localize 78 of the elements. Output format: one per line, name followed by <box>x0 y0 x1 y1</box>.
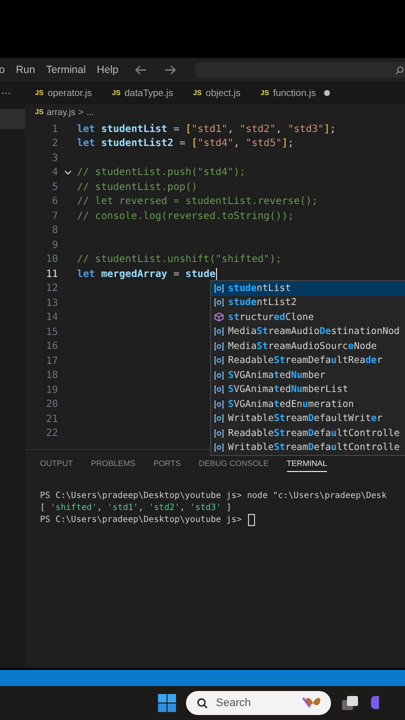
back-arrow-icon[interactable] <box>135 65 148 75</box>
terminal-line: PS C:\Users\pradeep\Desktop\youtube js> <box>40 515 242 525</box>
suggestion-item[interactable]: studentList <box>211 281 405 296</box>
command-center-field[interactable] <box>195 62 405 78</box>
suggestion-item[interactable]: studentList2 <box>211 296 405 310</box>
code-line: // studentList.push("std4"); <box>77 167 246 178</box>
line-number: 20 <box>44 399 58 410</box>
line-number: 15 <box>44 326 58 338</box>
suggestion-item[interactable]: SVGAnimatedNumber <box>211 368 405 382</box>
menu-item[interactable]: Help <box>96 64 118 76</box>
code-line: // studentList.pop() <box>77 182 198 193</box>
code-line: let studentList2 = ["std4", "std5"]; <box>77 138 294 150</box>
windows-icon[interactable] <box>158 694 176 712</box>
variable-icon <box>214 400 224 409</box>
code-line: // studentList.unshift("shifted"); <box>77 254 282 266</box>
suggestion-item[interactable]: SVGAnimatedNumberList <box>211 382 405 397</box>
fold-chevron-icon[interactable] <box>64 170 72 176</box>
search-icon <box>395 66 404 74</box>
suggestion-item[interactable]: ReadableStreamDefaultReader <box>211 354 405 368</box>
taskbar-search-field[interactable]: Search <box>186 691 331 715</box>
line-number: 5 <box>50 182 58 193</box>
cube-icon <box>214 312 224 322</box>
line-number: 10 <box>44 254 58 266</box>
line-number: 6 <box>50 196 58 208</box>
search-icon <box>197 698 208 708</box>
variable-icon <box>214 443 224 452</box>
suggestion-item[interactable]: WritableStreamDefaultControlle <box>211 440 405 455</box>
line-number: 12 <box>44 283 58 294</box>
code-line: let studentList = ["std1", "std2", "std3"]; <box>77 124 336 135</box>
panel-tab[interactable]: PROBLEMS <box>90 459 136 472</box>
variable-icon <box>214 284 224 293</box>
suggestion-item[interactable]: WritableStreamDefaultWriter <box>211 412 405 426</box>
line-number: 13 <box>44 298 58 309</box>
line-number: 16 <box>44 341 58 352</box>
line-number: 21 <box>44 414 58 425</box>
task-view-icon[interactable] <box>341 695 359 711</box>
variable-icon <box>214 385 224 394</box>
line-number: 19 <box>44 384 58 396</box>
line-number: 4 <box>50 167 58 178</box>
terminal-line: PS C:\Users\pradeep\Desktop\youtube js> node "c:\Users\pradeep\Desk <box>40 491 387 501</box>
panel-tab[interactable]: OUTPUT <box>40 459 73 472</box>
line-number: 18 <box>44 370 58 382</box>
line-number: 22 <box>44 428 58 440</box>
variable-icon <box>214 414 224 424</box>
line-number: 14 <box>44 312 58 324</box>
line-number: 11 <box>44 268 58 280</box>
terminal-line: [ 'shifted', 'std1', 'std2', 'std3' ] <box>40 503 232 513</box>
breadcrumb-item[interactable]: ... <box>86 107 94 117</box>
panel-tab[interactable]: PORTS <box>153 459 181 472</box>
panel-tab[interactable]: DEBUG CONSOLE <box>198 459 269 472</box>
menu-item[interactable]: Run <box>16 64 36 76</box>
forward-arrow-icon[interactable] <box>164 65 176 75</box>
line-number: 7 <box>50 210 58 222</box>
line-number: 2 <box>50 138 58 150</box>
suggestion-item[interactable]: structuredClone <box>211 310 405 324</box>
suggestion-item[interactable]: ReadableStreamDefaultControlle <box>211 426 405 440</box>
variable-icon <box>214 370 224 380</box>
suggestion-item[interactable]: MediaStreamAudioSourceNode <box>211 339 405 354</box>
line-number: 8 <box>50 225 58 236</box>
code-line: let mergedArray = stude <box>77 268 216 280</box>
code-line: // let reversed = studentList.reverse(); <box>77 196 318 208</box>
variable-icon <box>214 327 224 336</box>
line-number: 9 <box>50 240 58 251</box>
code-line: // console.log(reversed.toString()); <box>77 210 294 222</box>
menu-item[interactable]: Terminal <box>46 64 86 76</box>
variable-icon <box>214 428 224 438</box>
variable-icon <box>214 298 224 308</box>
line-number: 3 <box>50 152 58 164</box>
variable-icon <box>214 356 224 366</box>
suggestion-item[interactable]: MediaStreamAudioDestinationNod <box>211 324 405 339</box>
breadcrumb-item[interactable]: array.js <box>46 107 76 117</box>
line-number: 17 <box>44 356 58 367</box>
suggestion-item[interactable]: SVGAnimatedEnumeration <box>211 397 405 412</box>
variable-icon <box>214 342 224 351</box>
more-actions-button[interactable]: ··· <box>1 88 11 98</box>
line-number: 1 <box>50 124 58 135</box>
panel-tab[interactable]: TERMINAL <box>286 459 328 472</box>
breadcrumb-separator: > <box>78 107 84 117</box>
